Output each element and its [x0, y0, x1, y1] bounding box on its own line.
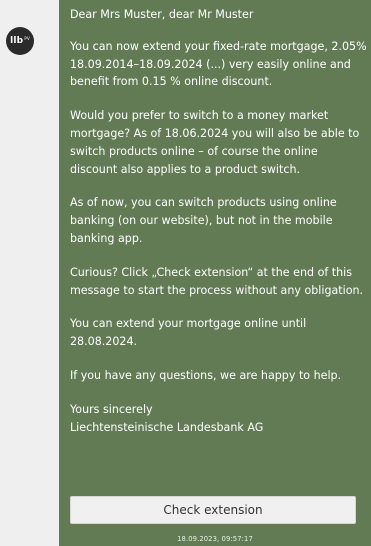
message-bubble: Dear Mrs Muster, dear Mr Muster You can … [59, 0, 371, 546]
avatar-superscript: PV [24, 35, 30, 41]
message-timestamp: 18.09.2023, 09:57:17 [177, 535, 253, 543]
message-paragraph-2: Would you prefer to switch to a money ma… [70, 109, 360, 176]
message-paragraph-5: You can extend your mortgage online unti… [70, 317, 307, 349]
message-paragraph-1: You can now extend your fixed-rate mortg… [70, 39, 367, 89]
message-signature: Yours sincerely Liechtensteinische Lande… [70, 401, 368, 437]
message-paragraph-3: As of now, you can switch products using… [70, 196, 337, 245]
message-body: Dear Mrs Muster, dear Mr Muster You can … [70, 6, 368, 436]
signature-closing: Yours sincerely [70, 402, 153, 416]
message-greeting: Dear Mrs Muster, dear Mr Muster [70, 8, 254, 21]
message-paragraph-4: Curious? Click „Check extension“ at the … [70, 265, 364, 297]
message-paragraph-6: If you have any questions, we are happy … [70, 368, 342, 382]
signature-sender: Liechtensteinische Landesbank AG [70, 420, 264, 434]
message-gutter: llb PV [0, 0, 60, 546]
check-extension-button[interactable]: Check extension [70, 496, 356, 524]
avatar-label: llb [10, 36, 24, 46]
sender-avatar: llb PV [6, 27, 34, 55]
